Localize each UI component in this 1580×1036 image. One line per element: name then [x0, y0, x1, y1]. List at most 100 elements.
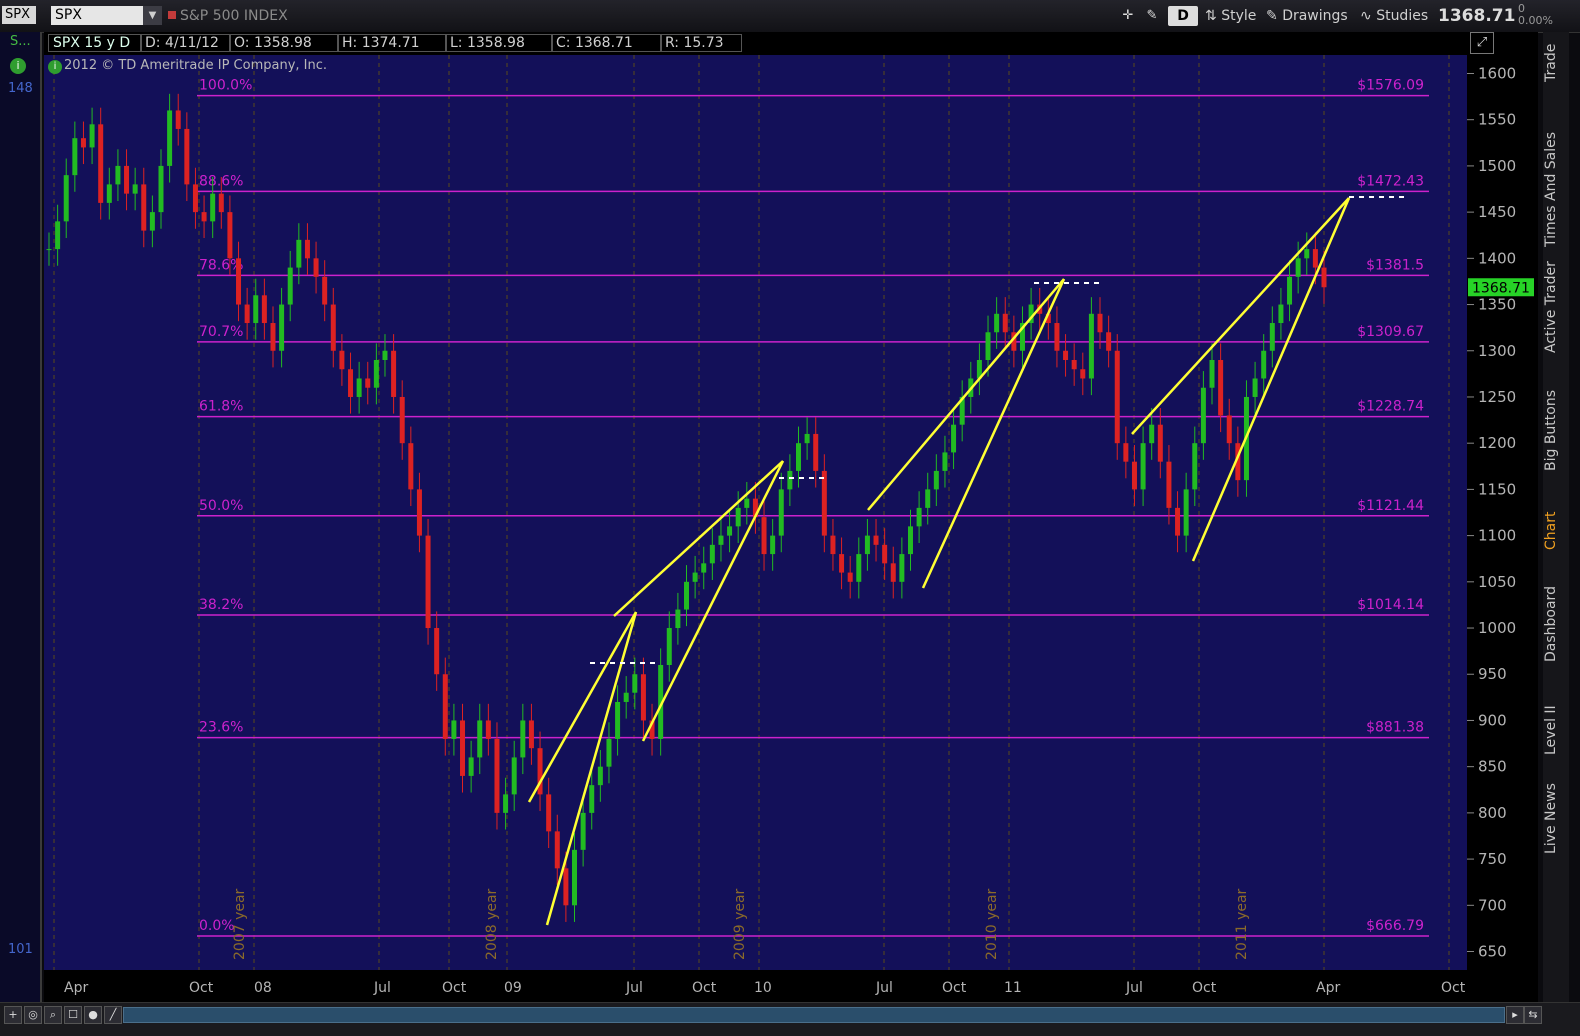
circle-icon[interactable]: ● — [84, 1006, 102, 1024]
x-axis-label: 10 — [754, 980, 772, 996]
price-candle — [994, 313, 1000, 333]
pan-icon[interactable]: ☐ — [64, 1006, 82, 1024]
price-candle — [477, 720, 483, 758]
price-candle — [1114, 350, 1120, 444]
current-price-tag — [1468, 278, 1534, 297]
tab-active-trader[interactable]: Active Trader — [1543, 252, 1569, 362]
year-label: 2010 year — [984, 888, 1000, 960]
tab-big-buttons[interactable]: Big Buttons — [1543, 374, 1569, 486]
trend-line — [1191, 197, 1351, 562]
symbol-short-field[interactable]: SPX — [2, 6, 36, 24]
expand-chart-icon[interactable]: ⤢ — [1470, 32, 1494, 54]
price-candle — [210, 193, 216, 222]
style-icon: ⇅ — [1205, 8, 1217, 24]
left-linked-panel: S... i 148 101 — [0, 32, 42, 1002]
time-scrollbar[interactable] — [123, 1007, 1505, 1023]
price-candle — [951, 424, 957, 453]
tab-times-and-sales[interactable]: Times And Sales — [1543, 112, 1569, 267]
price-candle — [795, 443, 801, 471]
drawings-menu[interactable]: ✎ Drawings — [1266, 6, 1348, 26]
y-axis-tick-label: 950 — [1478, 665, 1507, 683]
tab-trade[interactable]: Trade — [1543, 36, 1569, 90]
price-candle — [356, 378, 362, 397]
price-candle — [1200, 387, 1206, 444]
price-candle — [856, 554, 862, 582]
chart-panel[interactable]: SPX 15 y D D: 4/11/12 O: 1358.98 H: 1374… — [44, 32, 1538, 1002]
style-menu[interactable]: ⇅ Style — [1205, 6, 1256, 26]
scroll-right-icon[interactable]: ▸ — [1506, 1006, 1524, 1024]
price-candle — [175, 110, 181, 129]
bottom-toolbar: + ◎ ⌕ ☐ ● ╱ ▸ ⇆ — [0, 1002, 1580, 1036]
price-candle — [365, 378, 371, 388]
price-candle — [373, 360, 379, 388]
fib-level-pct: 0.0% — [199, 918, 235, 934]
price-candle — [503, 794, 509, 813]
price-candle — [1080, 369, 1086, 379]
tab-live-news[interactable]: Live News — [1543, 780, 1569, 858]
price-candle — [1321, 267, 1327, 288]
price-candle — [192, 184, 198, 213]
year-label: 2009 year — [732, 888, 748, 960]
pencil-icon: ✎ — [1266, 8, 1278, 24]
zoom-in-icon[interactable]: + — [4, 1006, 22, 1024]
price-candle — [1252, 378, 1258, 397]
price-candle — [313, 258, 319, 277]
price-candle — [839, 554, 845, 573]
price-candle — [261, 295, 267, 324]
price-candle — [1192, 443, 1198, 490]
x-axis-label: 09 — [504, 980, 522, 996]
last-price: 1368.71 — [1438, 6, 1516, 26]
tab-chart[interactable]: Chart — [1543, 496, 1569, 566]
price-candle — [201, 212, 207, 222]
price-candle — [787, 470, 793, 490]
symbol-input[interactable]: SPX — [51, 6, 143, 25]
y-axis-tick-label: 900 — [1478, 711, 1507, 729]
bar-low: L: 1358.98 — [445, 34, 553, 52]
x-axis-label: Oct — [942, 980, 967, 996]
y-axis-tick-label: 1300 — [1478, 342, 1516, 360]
price-candle — [847, 572, 853, 582]
price-candle — [89, 124, 95, 148]
price-candle — [623, 692, 629, 702]
x-axis-label: Oct — [1441, 980, 1466, 996]
magnify-icon[interactable]: ⌕ — [44, 1006, 62, 1024]
y-axis-tick-label: 1100 — [1478, 527, 1516, 545]
info-icon[interactable]: i — [48, 60, 62, 74]
trend-line — [921, 278, 1066, 589]
y-axis-tick-label: 1350 — [1478, 296, 1516, 314]
price-candle — [684, 581, 689, 610]
chart-period[interactable]: SPX 15 y D — [48, 34, 142, 52]
tab-level-ii[interactable]: Level II — [1543, 692, 1569, 768]
wrench-icon[interactable]: ✎ — [1142, 6, 1162, 26]
price-candle — [132, 184, 138, 194]
price-candle — [735, 507, 741, 527]
fib-level-price: $1121.44 — [1357, 498, 1424, 514]
price-candle — [925, 489, 931, 508]
year-label: 2011 year — [1234, 888, 1250, 960]
symbol-dropdown-button[interactable]: ▼ — [143, 6, 162, 25]
price-candle — [1063, 350, 1069, 360]
studies-icon: ∿ — [1360, 8, 1372, 24]
price-candle — [718, 535, 724, 545]
price-candle — [554, 831, 560, 869]
chart-svg: 100.0% $1576.0988.6% $1472.4378.6% $1381.57… — [46, 55, 1450, 970]
price-candle — [46, 249, 52, 251]
price-candle — [813, 433, 819, 471]
price-candle — [55, 221, 61, 250]
price-candle — [1088, 313, 1094, 379]
tab-dashboard[interactable]: Dashboard — [1543, 572, 1569, 677]
x-axis-label: Oct — [442, 980, 467, 996]
price-plot-area[interactable]: 100.0% $1576.09 88.6% $1472.43 78.6% $1381.5 7… — [44, 55, 1467, 970]
fib-level-price: $1309.67 — [1357, 324, 1424, 340]
studies-menu[interactable]: ∿ Studies — [1360, 6, 1428, 26]
y-axis-tick-label: 850 — [1478, 758, 1507, 776]
price-candle — [1304, 249, 1310, 259]
price-candle — [985, 332, 991, 360]
y-axis-tick-label: 1200 — [1478, 434, 1516, 452]
line-tool-icon[interactable]: ╱ — [104, 1006, 122, 1024]
globe-icon[interactable]: ◎ — [24, 1006, 42, 1024]
info-icon[interactable]: i — [10, 58, 26, 74]
scroll-collapse-icon[interactable]: ⇆ — [1524, 1006, 1542, 1024]
daily-aggregation-button[interactable]: D — [1168, 6, 1198, 26]
crosshair-icon[interactable]: ✛ — [1118, 6, 1138, 26]
